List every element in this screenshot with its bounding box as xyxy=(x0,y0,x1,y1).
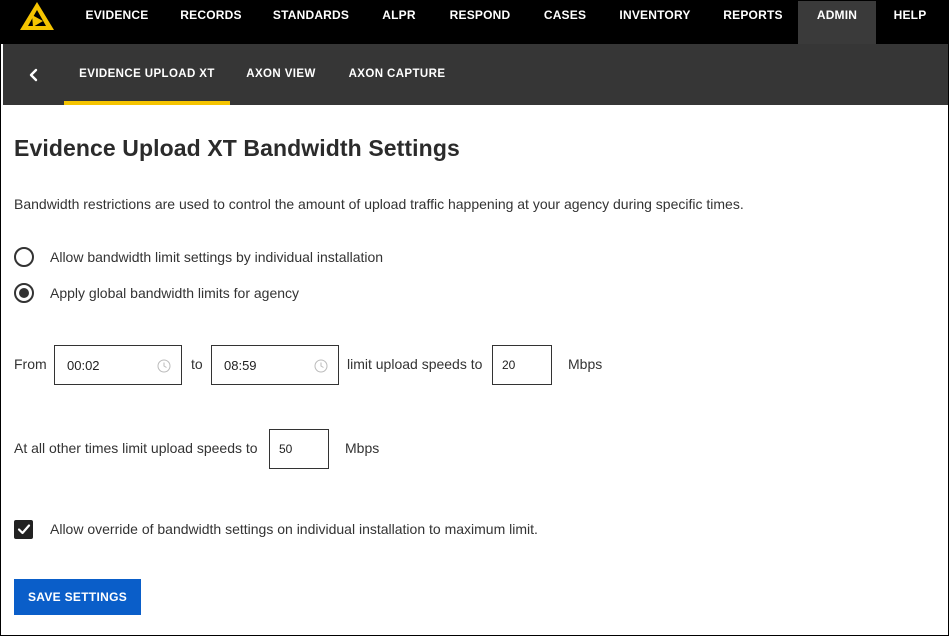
override-checkbox-row[interactable]: Allow override of bandwidth settings on … xyxy=(14,519,538,539)
other-times-unit-label: Mbps xyxy=(345,440,380,456)
override-checkbox[interactable] xyxy=(14,519,33,539)
nav-reports[interactable]: REPORTS xyxy=(713,1,793,44)
save-settings-button[interactable]: SAVE SETTINGS xyxy=(14,579,141,615)
checkmark-icon xyxy=(17,524,30,535)
nav-alpr[interactable]: ALPR xyxy=(369,1,429,44)
schedule-speed-input[interactable] xyxy=(502,358,542,372)
radio-label: Allow bandwidth limit settings by indivi… xyxy=(50,249,384,265)
other-times-label: At all other times limit upload speeds t… xyxy=(14,440,258,456)
chevron-left-icon[interactable] xyxy=(21,62,47,88)
clock-icon[interactable] xyxy=(314,359,328,373)
override-label: Allow override of bandwidth settings on … xyxy=(50,521,538,537)
limit-label: limit upload speeds to xyxy=(347,356,483,372)
radio-label: Apply global bandwidth limits for agency xyxy=(50,285,300,301)
other-times-speed-input[interactable] xyxy=(279,442,319,456)
axon-logo-icon[interactable] xyxy=(19,1,55,31)
radio-global-limits[interactable]: Apply global bandwidth limits for agency xyxy=(14,283,299,303)
sub-nav: EVIDENCE UPLOAD XT AXON VIEW AXON CAPTUR… xyxy=(3,44,948,105)
nav-respond[interactable]: RESPOND xyxy=(439,1,521,44)
page-title: Evidence Upload XT Bandwidth Settings xyxy=(14,135,460,161)
page-description: Bandwidth restrictions are used to contr… xyxy=(14,196,744,212)
from-time-input[interactable] xyxy=(67,357,147,373)
radio-button-selected[interactable] xyxy=(14,283,34,303)
tab-axon-view[interactable]: AXON VIEW xyxy=(236,44,326,105)
radio-individual-installation[interactable]: Allow bandwidth limit settings by indivi… xyxy=(14,247,383,267)
to-time-input[interactable] xyxy=(224,357,304,373)
nav-records[interactable]: RECORDS xyxy=(167,1,255,44)
nav-help[interactable]: HELP xyxy=(881,1,939,44)
nav-inventory[interactable]: INVENTORY xyxy=(611,1,699,44)
app-frame: EVIDENCE RECORDS STANDARDS ALPR RESPOND … xyxy=(0,0,949,636)
radio-button[interactable] xyxy=(14,247,34,267)
schedule-speed-field[interactable] xyxy=(492,345,552,385)
to-label: to xyxy=(191,356,203,372)
clock-icon[interactable] xyxy=(157,359,171,373)
schedule-unit-label: Mbps xyxy=(568,356,603,372)
tab-axon-capture[interactable]: AXON CAPTURE xyxy=(339,44,455,105)
nav-standards[interactable]: STANDARDS xyxy=(263,1,359,44)
nav-cases[interactable]: CASES xyxy=(529,1,601,44)
tab-evidence-upload-xt[interactable]: EVIDENCE UPLOAD XT xyxy=(64,44,230,105)
nav-admin[interactable]: ADMIN xyxy=(798,1,876,44)
nav-evidence[interactable]: EVIDENCE xyxy=(73,1,161,44)
settings-panel: Evidence Upload XT Bandwidth Settings Ba… xyxy=(3,105,948,635)
top-nav: EVIDENCE RECORDS STANDARDS ALPR RESPOND … xyxy=(1,1,949,44)
from-label: From xyxy=(14,356,47,372)
from-time-field[interactable] xyxy=(54,345,182,385)
to-time-field[interactable] xyxy=(211,345,339,385)
other-times-speed-field[interactable] xyxy=(269,429,329,469)
